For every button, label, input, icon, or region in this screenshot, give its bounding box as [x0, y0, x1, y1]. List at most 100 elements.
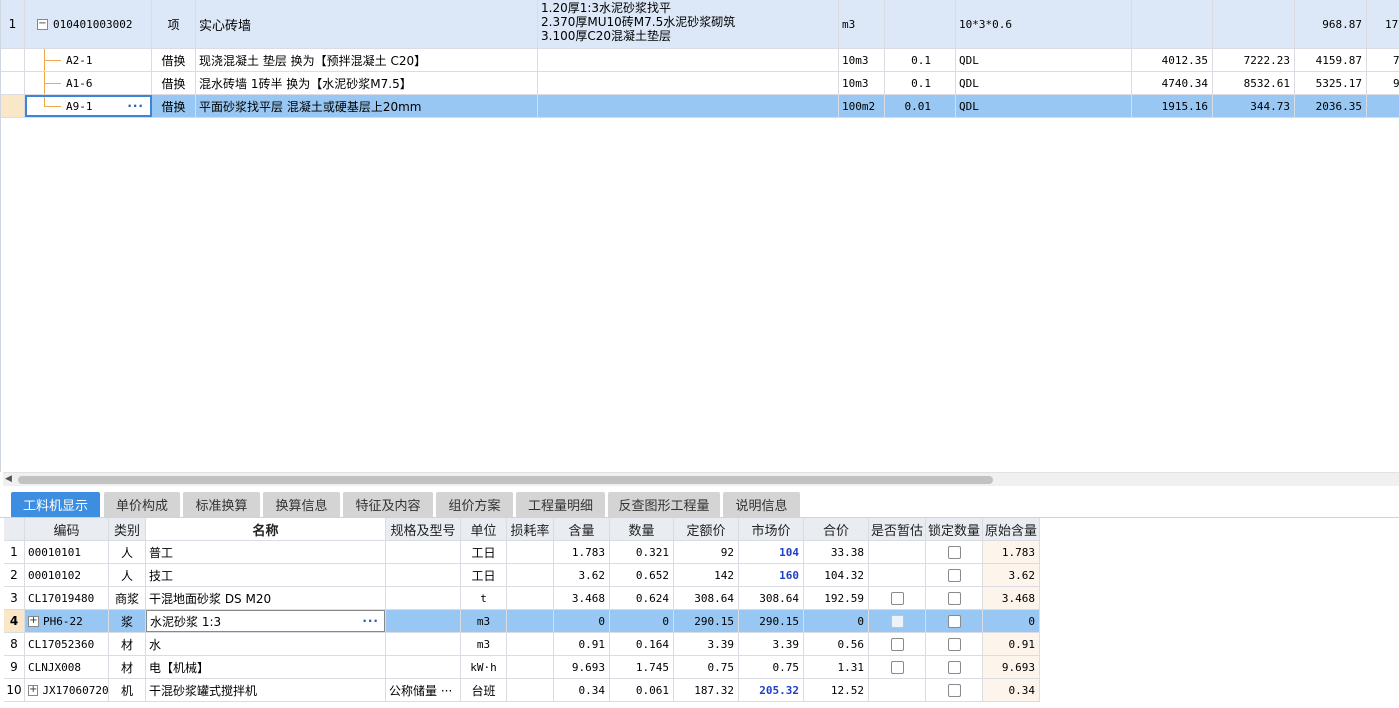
- content-cell[interactable]: 9.693: [554, 656, 610, 678]
- unit-cell[interactable]: m3: [461, 610, 507, 632]
- expression-cell[interactable]: 10*3*0.6: [956, 0, 1132, 48]
- feature-cell[interactable]: [538, 72, 839, 94]
- market-price-cell[interactable]: 3.39: [739, 633, 804, 655]
- name-cell[interactable]: 现浇混凝土 垫层 换为【预拌混凝土 C20】: [196, 49, 538, 71]
- unit-cell[interactable]: 台班: [461, 679, 507, 701]
- name-cell[interactable]: 混水砖墙 1砖半 换为【水泥砂浆M7.5】: [196, 72, 538, 94]
- lock-qty-checkbox[interactable]: [947, 683, 961, 697]
- tab-conversion-info[interactable]: 换算信息: [263, 492, 340, 517]
- market-price-cell[interactable]: 308.64: [739, 587, 804, 609]
- quantity-cell[interactable]: 0: [610, 610, 674, 632]
- qty-ratio-cell[interactable]: 0.1: [885, 49, 956, 71]
- code-cell-editor[interactable]: A9-1 ···: [25, 95, 152, 117]
- name-cell-editor[interactable]: 水泥砂浆 1:3 ···: [146, 610, 386, 632]
- market-price-cell[interactable]: 0.75: [739, 656, 804, 678]
- name-cell[interactable]: 实心砖墙: [196, 0, 538, 48]
- resource-row[interactable]: 10 + JX17060720 机 干混砂浆罐式搅拌机 公称储量 ··· 台班 …: [4, 679, 1040, 702]
- collapse-icon[interactable]: −: [37, 18, 48, 30]
- expand-icon[interactable]: +: [28, 684, 39, 696]
- list-item-row-1[interactable]: 1 − 010401003002 项 实心砖墙 1.20厚1:3水泥砂浆找平 2…: [1, 0, 1399, 49]
- lock-qty-checkbox[interactable]: [947, 545, 961, 559]
- unit-cell[interactable]: t: [461, 587, 507, 609]
- unit-cell[interactable]: kW·h: [461, 656, 507, 678]
- loss-cell[interactable]: [507, 679, 554, 701]
- spec-cell[interactable]: [386, 541, 461, 563]
- col-quota-price-header[interactable]: 定额价: [674, 518, 739, 540]
- expression-cell[interactable]: QDL: [956, 72, 1132, 94]
- feature-cell[interactable]: [538, 49, 839, 71]
- col-market-price-header[interactable]: 市场价: [739, 518, 804, 540]
- col-code-header[interactable]: 编码: [25, 518, 109, 540]
- scrollbar-thumb[interactable]: [18, 476, 993, 484]
- code-cell[interactable]: A2-1: [25, 49, 152, 71]
- spec-cell[interactable]: [386, 587, 461, 609]
- provisional-checkbox[interactable]: [890, 660, 904, 674]
- type-cell[interactable]: 机: [109, 679, 146, 701]
- col-quantity-header[interactable]: 数量: [610, 518, 674, 540]
- col-lock-qty-header[interactable]: 锁定数量: [926, 518, 983, 540]
- code-cell[interactable]: 00010102: [25, 564, 109, 586]
- lock-qty-checkbox[interactable]: [947, 568, 961, 582]
- code-cell[interactable]: + PH6-22: [25, 610, 109, 632]
- col-type-header[interactable]: 类别: [109, 518, 146, 540]
- code-cell[interactable]: 00010101: [25, 541, 109, 563]
- unit-cell[interactable]: m3: [461, 633, 507, 655]
- name-cell[interactable]: 水: [146, 633, 386, 655]
- tab-standard-conversion[interactable]: 标准换算: [183, 492, 260, 517]
- loss-cell[interactable]: [507, 587, 554, 609]
- loss-cell[interactable]: [507, 564, 554, 586]
- tab-reverse-graphic-quantity[interactable]: 反查图形工程量: [608, 492, 720, 517]
- resource-row[interactable]: 1 00010101 人 普工 工日 1.783 0.321 92 104 33…: [4, 541, 1040, 564]
- content-cell[interactable]: 3.468: [554, 587, 610, 609]
- col-total-header[interactable]: 合价: [804, 518, 869, 540]
- name-cell[interactable]: 技工: [146, 564, 386, 586]
- market-price-cell[interactable]: 290.15: [739, 610, 804, 632]
- list-item-row-4[interactable]: A9-1 ··· 借换 平面砂浆找平层 混凝土或硬基层上20mm 100m2 0…: [1, 95, 1399, 118]
- more-options-button[interactable]: ···: [127, 99, 144, 113]
- scroll-left-icon[interactable]: ◀: [5, 474, 12, 484]
- code-cell[interactable]: − 010401003002: [25, 0, 152, 48]
- tab-unit-price-composition[interactable]: 单价构成: [104, 492, 180, 517]
- tab-description[interactable]: 说明信息: [723, 492, 800, 517]
- unit-cell[interactable]: 10m3: [839, 72, 885, 94]
- lock-qty-checkbox[interactable]: [947, 660, 961, 674]
- list-item-row-3[interactable]: A1-6 借换 混水砖墙 1砖半 换为【水泥砂浆M7.5】 10m3 0.1 Q…: [1, 72, 1399, 95]
- col-unit-header[interactable]: 单位: [461, 518, 507, 540]
- spec-cell[interactable]: [386, 610, 461, 632]
- resource-row[interactable]: 3 CL17019480 商浆 干混地面砂浆 DS M20 t 3.468 0.…: [4, 587, 1040, 610]
- name-input[interactable]: 水泥砂浆 1:3 ···: [146, 610, 385, 632]
- col-name-header[interactable]: 名称: [146, 518, 386, 540]
- list-item-row-2[interactable]: A2-1 借换 现浇混凝土 垫层 换为【预拌混凝土 C20】 10m3 0.1 …: [1, 49, 1399, 72]
- provisional-checkbox[interactable]: [890, 591, 904, 605]
- unit-cell[interactable]: 工日: [461, 564, 507, 586]
- code-cell[interactable]: CLNJX008: [25, 656, 109, 678]
- unit-cell[interactable]: m3: [839, 0, 885, 48]
- item-list-grid[interactable]: 1 − 010401003002 项 实心砖墙 1.20厚1:3水泥砂浆找平 2…: [0, 0, 1399, 472]
- unit-cell[interactable]: 工日: [461, 541, 507, 563]
- spec-cell[interactable]: [386, 656, 461, 678]
- loss-cell[interactable]: [507, 633, 554, 655]
- quantity-cell[interactable]: 1.745: [610, 656, 674, 678]
- quantity-cell[interactable]: 0.624: [610, 587, 674, 609]
- type-cell[interactable]: 人: [109, 541, 146, 563]
- resource-row-selected[interactable]: 4 + PH6-22 浆 水泥砂浆 1:3 ··· m3 0 0 290.15 …: [4, 610, 1040, 633]
- loss-cell[interactable]: [507, 610, 554, 632]
- content-cell[interactable]: 0.34: [554, 679, 610, 701]
- content-cell[interactable]: 1.783: [554, 541, 610, 563]
- provisional-checkbox[interactable]: [890, 637, 904, 651]
- qty-ratio-cell[interactable]: 0.1: [885, 72, 956, 94]
- expression-cell[interactable]: QDL: [956, 49, 1132, 71]
- horizontal-scrollbar[interactable]: ◀: [3, 472, 1399, 486]
- tab-labor-material-machine[interactable]: 工料机显示: [11, 492, 100, 517]
- market-price-cell[interactable]: 160: [739, 564, 804, 586]
- more-options-button[interactable]: ···: [362, 614, 379, 628]
- type-cell[interactable]: 浆: [109, 610, 146, 632]
- quantity-cell[interactable]: 0.652: [610, 564, 674, 586]
- col-provisional-header[interactable]: 是否暂估: [869, 518, 926, 540]
- unit-cell[interactable]: 100m2: [839, 95, 885, 117]
- qty-ratio-cell[interactable]: [885, 0, 956, 48]
- quantity-cell[interactable]: 0.061: [610, 679, 674, 701]
- spec-cell[interactable]: 公称储量 ···: [386, 679, 461, 701]
- spec-cell[interactable]: [386, 564, 461, 586]
- tab-features-content[interactable]: 特征及内容: [343, 492, 433, 517]
